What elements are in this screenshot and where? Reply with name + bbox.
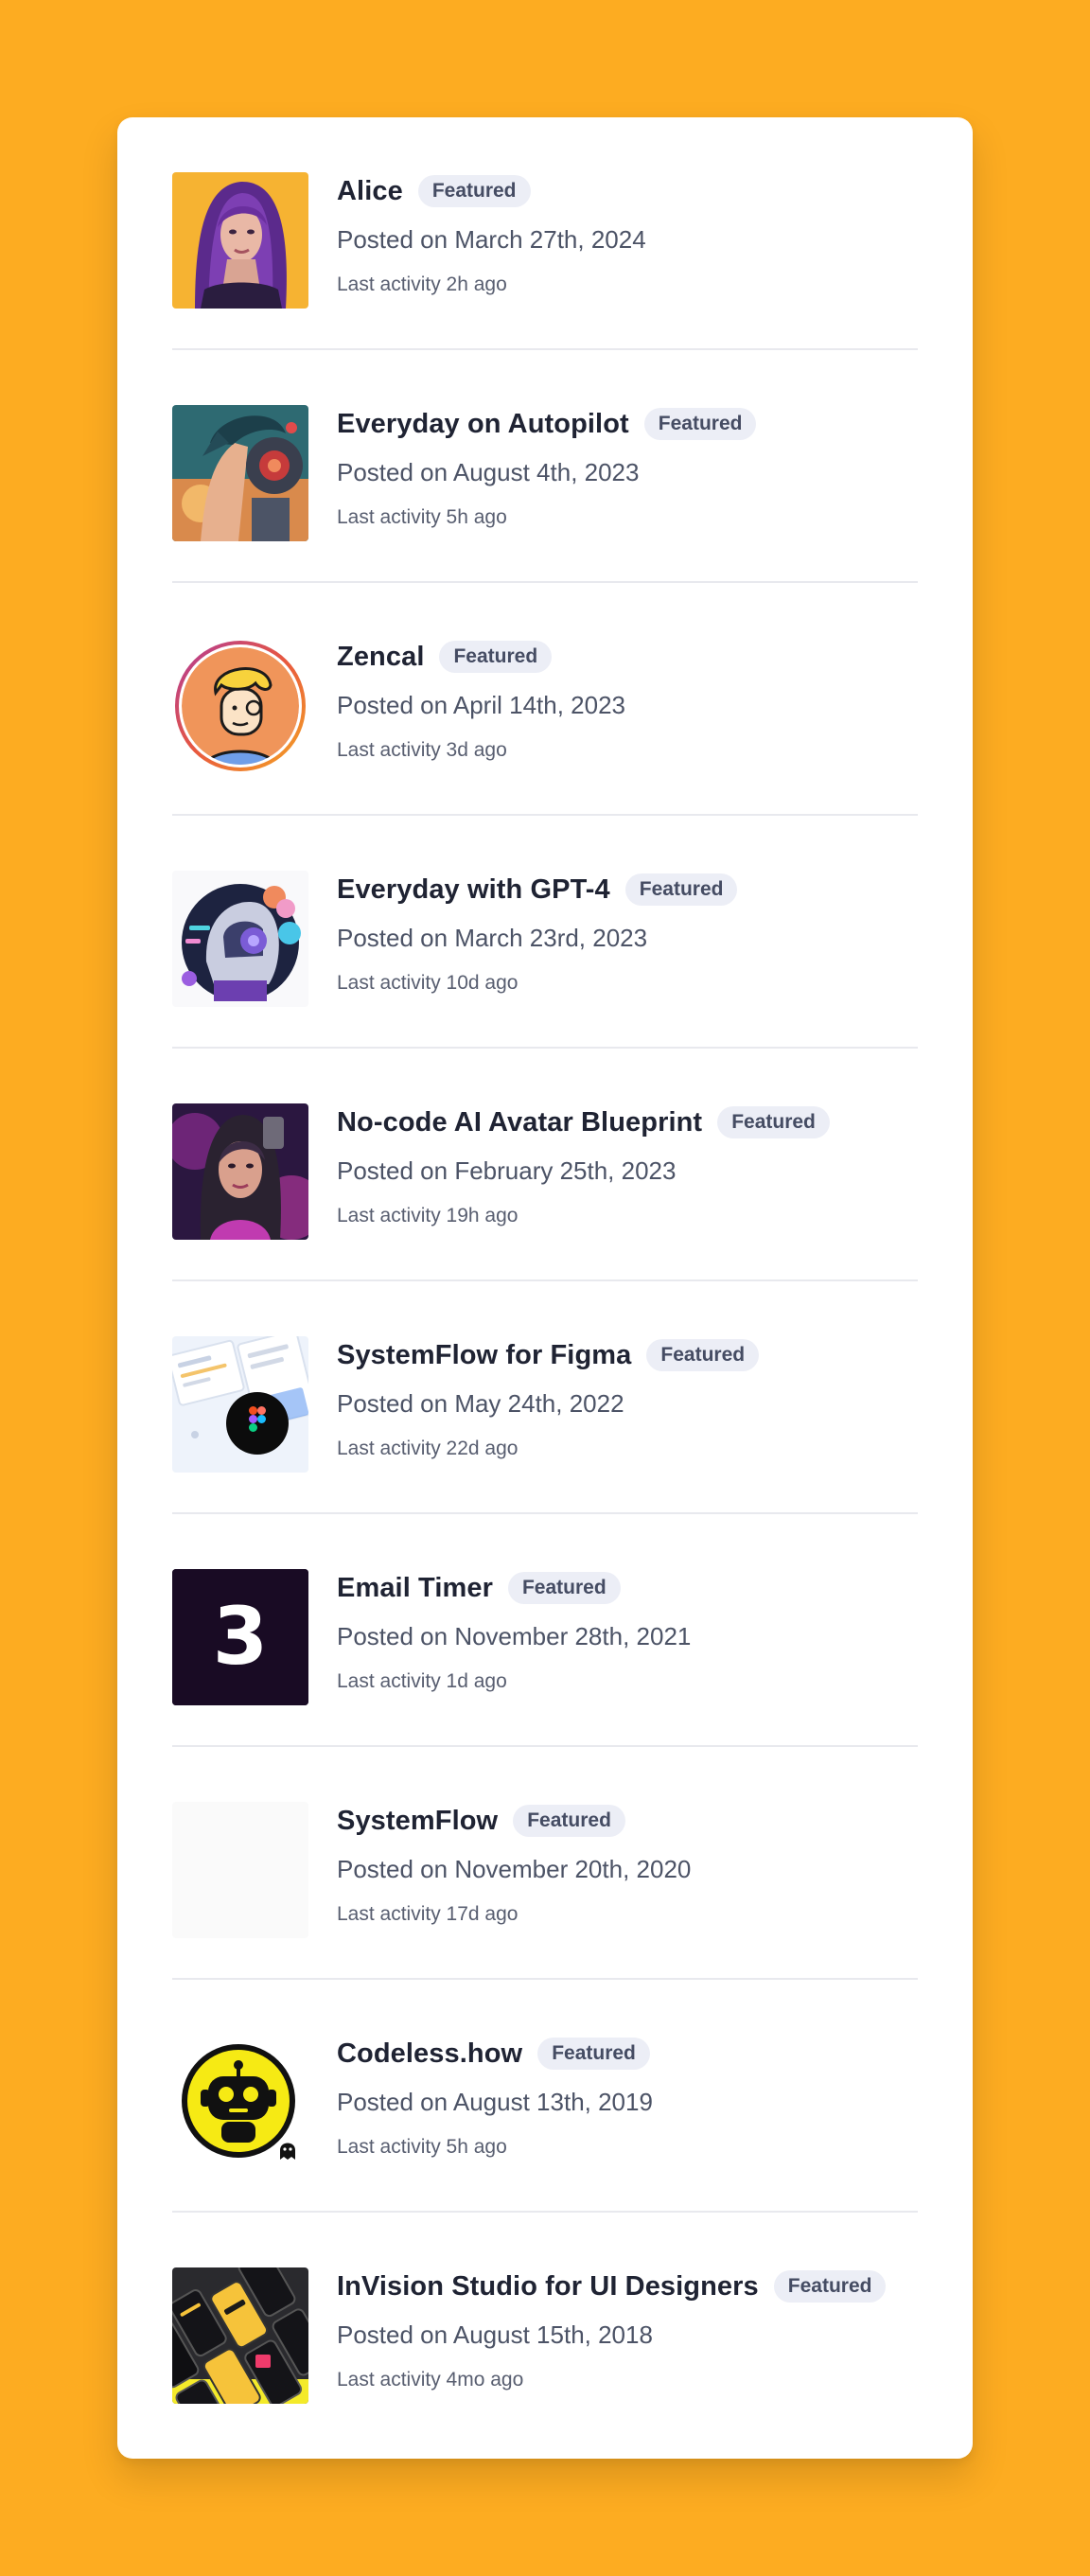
posted-date: Posted on March 27th, 2024 <box>337 225 646 254</box>
logo-number: 3 <box>213 1590 268 1683</box>
post-title[interactable]: Codeless.how <box>337 2038 522 2070</box>
post-title[interactable]: InVision Studio for UI Designers <box>337 2271 759 2303</box>
list-item[interactable]: Codeless.how Featured Posted on August 1… <box>172 1980 918 2213</box>
posted-date: Posted on August 13th, 2019 <box>337 2088 653 2116</box>
last-activity: Last activity 22d ago <box>337 1438 519 1459</box>
featured-badge: Featured <box>773 2270 887 2303</box>
posted-date: Posted on November 20th, 2020 <box>337 1855 692 1883</box>
featured-badge: Featured <box>417 175 531 207</box>
post-title[interactable]: SystemFlow for Figma <box>337 1340 631 1371</box>
featured-badge: Featured <box>624 873 738 906</box>
last-activity: Last activity 5h ago <box>337 2136 507 2158</box>
post-title[interactable]: SystemFlow <box>337 1806 498 1837</box>
posted-date: Posted on August 15th, 2018 <box>337 2320 653 2349</box>
list-item[interactable]: 3 Email Timer Featured Posted on Novembe… <box>172 1514 918 1747</box>
robot-logo-image <box>172 2035 308 2171</box>
posted-date: Posted on April 14th, 2023 <box>337 691 626 719</box>
featured-badge: Featured <box>717 1106 830 1138</box>
last-activity: Last activity 19h ago <box>337 1205 519 1226</box>
list-item[interactable]: Everyday with GPT-4 Featured Posted on M… <box>172 816 918 1049</box>
avatar <box>172 172 308 309</box>
last-activity: Last activity 5h ago <box>337 506 507 528</box>
featured-badge: Featured <box>513 1805 625 1837</box>
list-item[interactable]: Zencal Featured Posted on April 14th, 20… <box>172 583 918 816</box>
list-item[interactable]: Alice Featured Posted on March 27th, 202… <box>172 117 918 350</box>
list-item[interactable]: SystemFlow Featured Posted on November 2… <box>172 1747 918 1980</box>
avatar <box>172 2035 308 2171</box>
list-item[interactable]: Everyday on Autopilot Featured Posted on… <box>172 350 918 583</box>
posts-card: Alice Featured Posted on March 27th, 202… <box>117 117 973 2459</box>
posts-list: Alice Featured Posted on March 27th, 202… <box>117 117 973 2445</box>
last-activity: Last activity 1d ago <box>337 1670 507 1692</box>
featured-badge: Featured <box>646 1339 760 1371</box>
featured-badge: Featured <box>537 2038 650 2070</box>
posted-date: Posted on February 25th, 2023 <box>337 1156 677 1185</box>
posted-date: Posted on August 4th, 2023 <box>337 458 640 486</box>
avatar: 3 <box>172 1569 308 1705</box>
cyborg-profile-illustration-image <box>172 405 308 541</box>
blank-placeholder-image <box>172 1802 308 1938</box>
cartoon-face-avatar-image <box>172 638 308 774</box>
post-title[interactable]: Everyday on Autopilot <box>337 409 629 440</box>
avatar <box>172 1103 308 1240</box>
avatar <box>172 1802 308 1938</box>
last-activity: Last activity 3d ago <box>337 739 507 761</box>
purple-haired-woman-portrait-image <box>172 172 308 309</box>
featured-badge: Featured <box>507 1572 621 1604</box>
list-item[interactable]: No-code AI Avatar Blueprint Featured Pos… <box>172 1049 918 1281</box>
post-title[interactable]: No-code AI Avatar Blueprint <box>337 1107 702 1138</box>
post-title[interactable]: Zencal <box>337 642 424 673</box>
avatar <box>172 638 308 774</box>
avatar <box>172 405 308 541</box>
avatar <box>172 871 308 1007</box>
posted-date: Posted on March 23rd, 2023 <box>337 924 648 952</box>
robot-head-illustration-image <box>172 871 308 1007</box>
avatar <box>172 2267 308 2404</box>
posted-date: Posted on May 24th, 2022 <box>337 1389 624 1418</box>
post-title[interactable]: Alice <box>337 176 403 207</box>
avatar <box>172 1336 308 1473</box>
last-activity: Last activity 2h ago <box>337 273 507 295</box>
featured-badge: Featured <box>643 408 757 440</box>
featured-badge: Featured <box>439 641 553 673</box>
list-item[interactable]: SystemFlow for Figma Featured Posted on … <box>172 1281 918 1514</box>
post-title[interactable]: Email Timer <box>337 1573 493 1604</box>
number-3-logo-image: 3 <box>172 1569 308 1705</box>
posted-date: Posted on November 28th, 2021 <box>337 1622 692 1650</box>
last-activity: Last activity 4mo ago <box>337 2369 524 2391</box>
cyberpunk-woman-portrait-image <box>172 1103 308 1240</box>
list-item[interactable]: InVision Studio for UI Designers Feature… <box>172 2213 918 2445</box>
last-activity: Last activity 17d ago <box>337 1903 519 1925</box>
last-activity: Last activity 10d ago <box>337 972 519 994</box>
post-title[interactable]: Everyday with GPT-4 <box>337 874 610 906</box>
figma-logo-mockup-image <box>172 1336 308 1473</box>
phone-screens-mockup-image <box>172 2267 308 2404</box>
